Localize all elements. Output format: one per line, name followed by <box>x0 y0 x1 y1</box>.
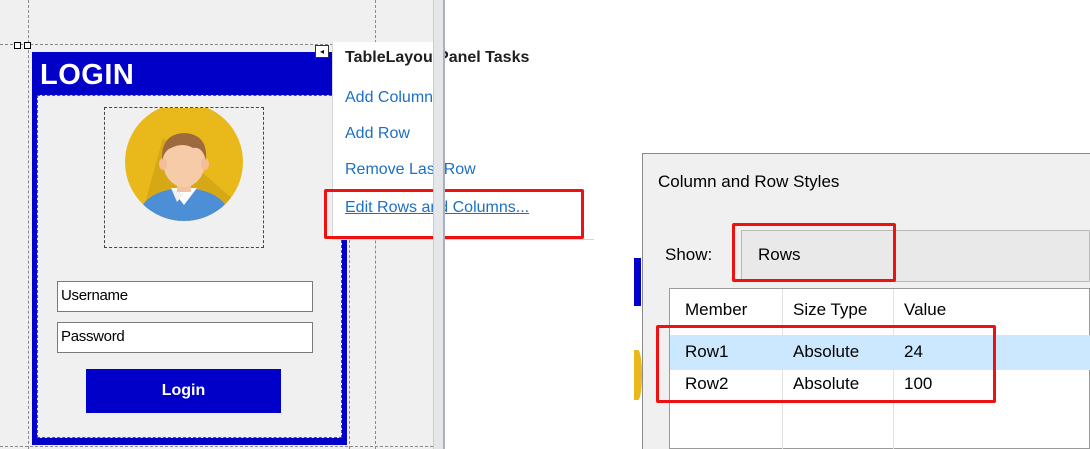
username-input[interactable]: Username <box>57 281 313 312</box>
layout-guide-bottom <box>0 446 433 447</box>
show-label: Show: <box>665 245 713 264</box>
user-avatar-icon <box>125 103 243 221</box>
designer-splitter[interactable] <box>433 0 445 449</box>
layout-guide-inner <box>349 240 350 449</box>
background-avatar-fragment <box>634 350 642 400</box>
dialog-title: Column and Row Styles <box>658 172 840 191</box>
remove-last-row-link[interactable]: Remove Last Row <box>345 161 476 179</box>
highlight-edit-rows-link <box>324 189 584 239</box>
add-column-link[interactable]: Add Column <box>345 89 433 107</box>
add-row-link[interactable]: Add Row <box>345 125 410 143</box>
smart-tag-arrow-icon[interactable]: ◂ <box>315 45 329 58</box>
login-button[interactable]: Login <box>86 369 281 413</box>
column-header-value[interactable]: Value <box>904 300 946 320</box>
column-header-member[interactable]: Member <box>685 300 747 320</box>
avatar-picture-box[interactable] <box>104 103 264 248</box>
column-header-size-type[interactable]: Size Type <box>793 300 867 320</box>
login-title: LOGIN <box>40 59 135 91</box>
selection-handle-top-left[interactable] <box>14 42 21 49</box>
background-form-fragment <box>634 258 641 306</box>
selection-handle-top[interactable] <box>24 42 31 49</box>
highlight-show-dropdown <box>732 223 896 282</box>
highlight-rows <box>656 325 996 403</box>
layout-guide-left <box>28 0 29 449</box>
form-designer-surface: LOGIN ◂ Username Password Login TableLay… <box>0 0 600 449</box>
password-input[interactable]: Password <box>57 322 313 353</box>
